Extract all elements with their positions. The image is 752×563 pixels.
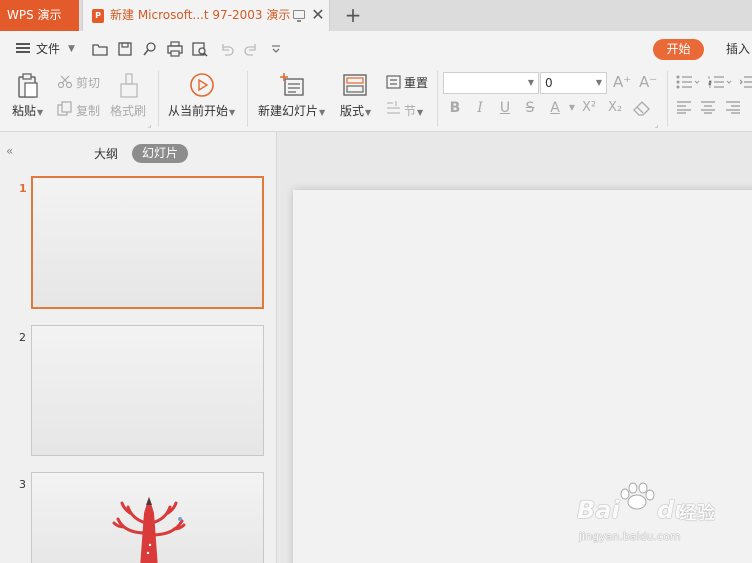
collapse-panel-icon[interactable]: «: [6, 144, 13, 158]
document-tab-title: 新建 Microsoft...t 97-2003 演示: [110, 8, 291, 22]
customize-toolbar-icon[interactable]: [268, 41, 284, 57]
font-name-select[interactable]: ▼: [443, 72, 539, 94]
subscript-button[interactable]: X₂: [604, 99, 626, 117]
menu-bar: 文件 ▼ 开始 插入: [0, 31, 752, 67]
slides-panel: « 大纲 幻灯片 1 2 3: [0, 132, 277, 563]
numbered-list-icon[interactable]: [708, 75, 732, 89]
bullet-list-icon[interactable]: [676, 75, 700, 89]
paste-button[interactable]: 粘贴▼: [12, 102, 43, 119]
new-slide-button[interactable]: 新建幻灯片▼: [258, 102, 325, 119]
clipboard-expand-icon[interactable]: ⌟: [148, 121, 151, 129]
eraser-icon[interactable]: [633, 100, 651, 116]
ribbon-separator: [437, 71, 438, 127]
app-tab-wps[interactable]: WPS 演示: [0, 0, 79, 31]
play-from-current-button[interactable]: 从当前开始▼: [168, 102, 235, 119]
print-preview-icon[interactable]: [192, 41, 208, 57]
italic-button[interactable]: I: [471, 99, 489, 117]
underline-button[interactable]: U: [496, 99, 514, 117]
shrink-font-button[interactable]: A⁻: [639, 73, 657, 91]
format-painter-icon[interactable]: [118, 73, 140, 99]
watermark-url: jingyan.baidu.com: [579, 530, 681, 543]
section-icon[interactable]: [386, 101, 401, 115]
ribbon-separator: [667, 71, 668, 127]
close-tab-button[interactable]: ✕: [310, 5, 326, 25]
copy-icon[interactable]: [57, 101, 73, 116]
watermark-brand-cn: 经验: [679, 503, 715, 524]
align-right-icon[interactable]: [726, 101, 740, 114]
align-left-icon[interactable]: [677, 101, 691, 114]
tab-insert[interactable]: 插入: [726, 31, 750, 67]
format-painter-button[interactable]: 格式刷: [110, 102, 146, 119]
new-tab-button[interactable]: +: [343, 4, 363, 26]
section-button[interactable]: 节▼: [404, 102, 423, 119]
grow-font-button[interactable]: A⁺: [613, 73, 631, 91]
presentation-file-icon: P: [92, 9, 104, 23]
hamburger-menu-icon[interactable]: [16, 43, 30, 53]
font-expand-icon[interactable]: ⌟: [655, 121, 658, 129]
copy-button[interactable]: 复制: [76, 102, 100, 119]
paw-logo-icon: [620, 482, 655, 510]
reset-icon[interactable]: [386, 75, 401, 89]
tab-outline[interactable]: 大纲: [94, 145, 118, 162]
title-bar: WPS 演示 P 新建 Microsoft...t 97-2003 演示 ✕ +: [0, 0, 752, 31]
paste-icon[interactable]: [16, 73, 40, 99]
bold-button[interactable]: B: [446, 99, 464, 117]
pencil-tree-illustration: [112, 497, 186, 563]
scissors-icon[interactable]: [57, 75, 73, 89]
font-size-select[interactable]: 0 ▼: [540, 72, 607, 94]
slide-number: 1: [19, 182, 27, 195]
save-icon[interactable]: [117, 41, 133, 57]
file-menu[interactable]: 文件: [36, 31, 60, 67]
redo-icon[interactable]: [243, 41, 259, 57]
ribbon-separator: [158, 71, 159, 127]
find-icon[interactable]: [142, 41, 158, 57]
ribbon-separator: [247, 71, 248, 127]
chevron-down-icon[interactable]: ▼: [68, 31, 75, 67]
slide-thumbnail-3[interactable]: [31, 472, 264, 563]
align-center-icon[interactable]: [701, 101, 715, 114]
slide-thumbnail-2[interactable]: [31, 325, 264, 456]
wps-presentation-window: WPS 演示 P 新建 Microsoft...t 97-2003 演示 ✕ +…: [0, 0, 752, 563]
cut-button[interactable]: 剪切: [76, 74, 100, 91]
superscript-button[interactable]: X²: [578, 99, 600, 117]
new-slide-icon[interactable]: [279, 72, 305, 98]
baidu-watermark: Bai du 经验 jingyan.baidu.com: [575, 478, 715, 548]
slide-number: 2: [19, 331, 26, 344]
strikethrough-button[interactable]: S: [521, 99, 539, 117]
layout-icon[interactable]: [343, 74, 367, 96]
tab-start[interactable]: 开始: [653, 39, 704, 60]
reset-button[interactable]: 重置: [404, 74, 428, 91]
monitor-icon[interactable]: [293, 10, 305, 22]
undo-icon[interactable]: [219, 41, 235, 57]
document-tab[interactable]: P 新建 Microsoft...t 97-2003 演示 ✕: [82, 0, 330, 31]
play-from-current-icon[interactable]: [189, 72, 215, 98]
tab-slides[interactable]: 幻灯片: [132, 144, 188, 163]
slide-number: 3: [19, 478, 26, 491]
font-color-button[interactable]: A: [546, 99, 564, 117]
open-folder-icon[interactable]: [92, 41, 108, 57]
slide-thumbnail-1[interactable]: [31, 176, 264, 309]
layout-button[interactable]: 版式▼: [340, 102, 371, 119]
indent-icon[interactable]: [740, 75, 752, 89]
ribbon-toolbar: 粘贴▼ 剪切 复制 格式刷 ⌟ 从当前开始▼ 新建幻灯片▼ 版式▼ 重置 节▼ …: [0, 67, 752, 132]
watermark-brand: Bai: [577, 496, 620, 524]
print-icon[interactable]: [167, 41, 183, 57]
